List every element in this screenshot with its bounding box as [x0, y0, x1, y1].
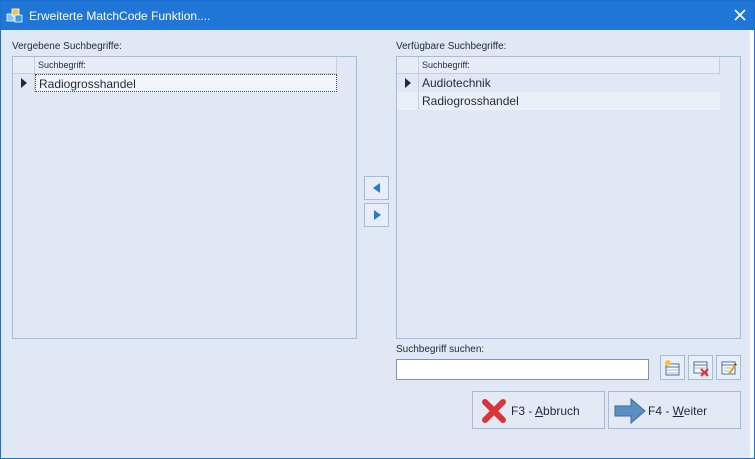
delete-entry-icon [693, 361, 709, 377]
grid-row-indicator-header [13, 57, 35, 74]
table-row[interactable]: Radiogrosshandel [13, 74, 356, 92]
available-terms-column-header[interactable]: Suchbegriff: [419, 57, 720, 74]
row-indicator [397, 92, 419, 110]
app-cubes-icon [6, 8, 23, 23]
title-bar[interactable]: Erweiterte MatchCode Funktion.... [1, 1, 754, 30]
available-terms-label: Verfügbare Suchbegriffe: [396, 41, 507, 52]
new-entry-icon [665, 360, 680, 376]
window-edge [750, 30, 754, 458]
assigned-terms-label: Vergebene Suchbegriffe: [12, 41, 122, 52]
assigned-terms-column-header[interactable]: Suchbegriff: [35, 57, 337, 74]
search-label: Suchbegriff suchen: [396, 344, 485, 355]
assigned-terms-grid[interactable]: Suchbegriff: Radiogrosshandel [12, 56, 357, 339]
next-button[interactable]: F4 - Weiter [608, 391, 741, 429]
close-icon[interactable] [730, 5, 750, 25]
move-right-button[interactable] [364, 203, 389, 227]
edit-entry-button[interactable] [716, 355, 741, 380]
row-indicator [397, 74, 419, 92]
table-row[interactable]: Radiogrosshandel [397, 92, 720, 110]
arrow-right-next-icon [614, 397, 646, 425]
table-cell[interactable]: Audiotechnik [419, 74, 720, 92]
available-terms-grid[interactable]: Suchbegriff: Audiotechnik Radiogrosshand… [396, 56, 741, 339]
search-input[interactable] [396, 359, 649, 380]
table-cell[interactable]: Radiogrosshandel [419, 92, 720, 110]
cancel-button[interactable]: F3 - Abbruch [472, 391, 605, 429]
next-button-label: F4 - Weiter [648, 404, 708, 418]
window-title: Erweiterte MatchCode Funktion.... [29, 9, 211, 23]
new-entry-button[interactable] [660, 355, 685, 380]
matchcode-dialog: Erweiterte MatchCode Funktion.... Vergeb… [0, 0, 755, 459]
delete-entry-button[interactable] [688, 355, 713, 380]
current-row-arrow-icon [21, 78, 27, 88]
table-cell[interactable]: Radiogrosshandel [35, 74, 337, 92]
grid-row-indicator-header [397, 57, 419, 74]
move-left-button[interactable] [364, 176, 389, 200]
arrow-left-icon [373, 183, 380, 193]
table-row[interactable]: Audiotechnik [397, 74, 720, 92]
arrow-right-icon [374, 210, 381, 220]
current-row-arrow-icon [405, 78, 411, 88]
cancel-x-icon [482, 399, 506, 423]
row-indicator [13, 74, 35, 92]
cancel-button-label: F3 - Abbruch [511, 404, 580, 418]
edit-entry-icon [721, 361, 737, 375]
